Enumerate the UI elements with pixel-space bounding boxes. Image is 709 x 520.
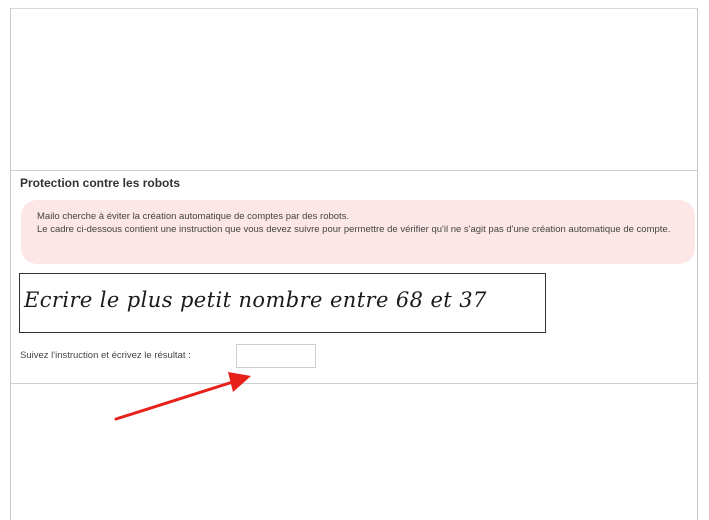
robot-protection-section: Protection contre les robots Mailo cherc… [10, 170, 698, 384]
section-title: Protection contre les robots [20, 176, 181, 190]
info-notice: Mailo cherche à éviter la création autom… [21, 200, 695, 264]
notice-line-1: Mailo cherche à éviter la création autom… [37, 211, 350, 222]
notice-line-2: Le cadre ci-dessous contient une instruc… [37, 224, 671, 235]
captcha-answer-input[interactable] [236, 344, 316, 368]
answer-label: Suivez l'instruction et écrivez le résul… [20, 350, 191, 361]
captcha-box: Ecrire le plus petit nombre entre 68 et … [19, 273, 546, 333]
captcha-instruction: Ecrire le plus petit nombre entre 68 et … [24, 288, 487, 312]
